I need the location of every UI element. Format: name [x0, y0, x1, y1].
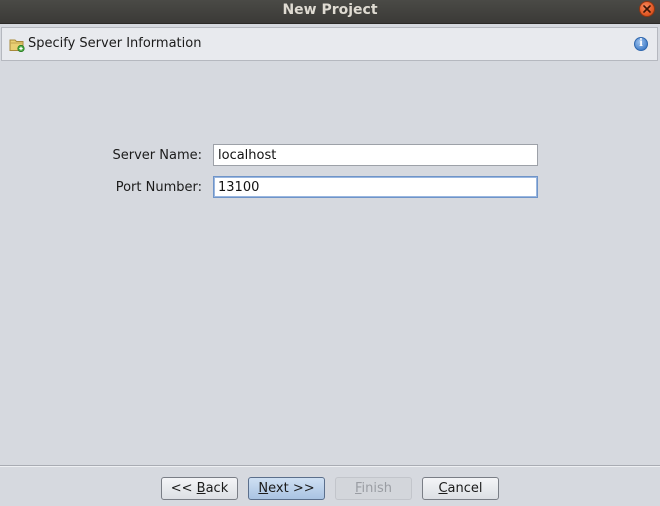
back-label-rest: ack	[205, 481, 229, 496]
info-icon[interactable]: i	[634, 37, 648, 51]
close-icon	[643, 5, 651, 13]
server-name-input[interactable]	[213, 144, 538, 166]
port-number-input[interactable]	[213, 176, 538, 198]
server-name-label: Server Name:	[112, 148, 203, 163]
back-label-mnemonic: B	[196, 481, 206, 496]
finish-button: Finish	[335, 477, 412, 500]
step-header: Specify Server Information i	[1, 27, 658, 61]
finish-label-rest: inish	[361, 481, 393, 496]
new-project-dialog: New Project Specify Server Information i…	[0, 0, 660, 506]
cancel-button[interactable]: Cancel	[422, 477, 499, 500]
cancel-label-mnemonic: C	[438, 481, 448, 496]
title-bar[interactable]: New Project	[0, 0, 660, 24]
next-label-rest: ext >>	[268, 481, 315, 496]
cancel-label-rest: ancel	[447, 481, 483, 496]
footer-divider	[0, 465, 660, 467]
header-title: Specify Server Information	[28, 36, 202, 51]
back-label-prefix: <<	[170, 481, 197, 496]
next-label-mnemonic: N	[258, 481, 269, 496]
port-number-label: Port Number:	[115, 180, 202, 195]
window-title: New Project	[282, 2, 378, 18]
back-button[interactable]: << Back	[161, 477, 238, 500]
folder-add-icon	[9, 39, 25, 52]
close-button[interactable]	[639, 1, 655, 17]
next-button[interactable]: Next >>	[248, 477, 325, 500]
